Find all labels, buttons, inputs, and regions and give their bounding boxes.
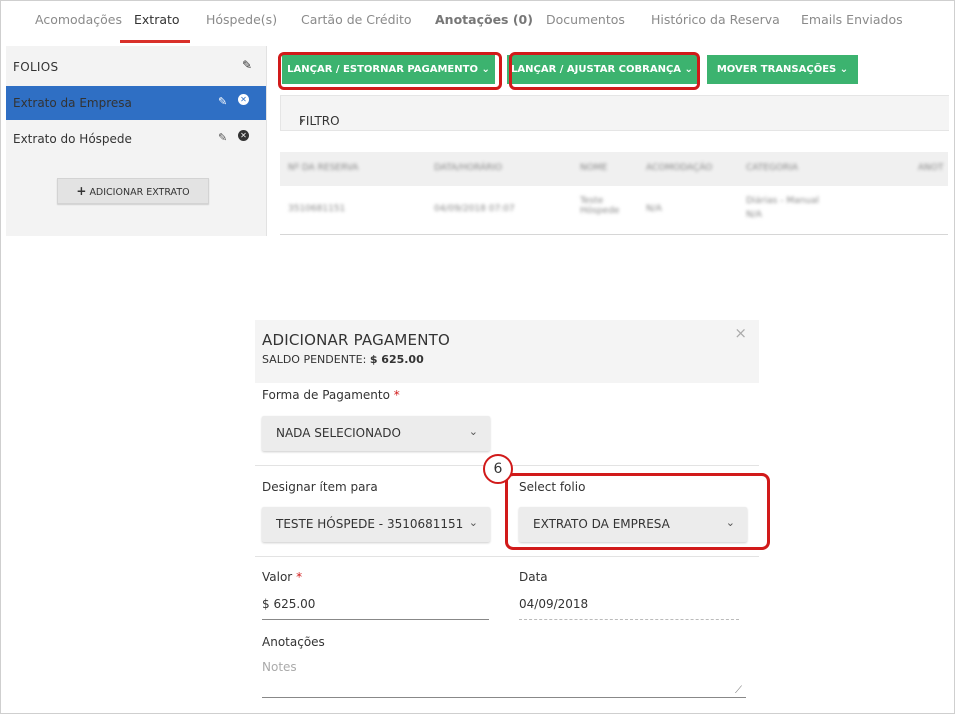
date-label: Data	[519, 570, 548, 584]
notes-underline	[262, 697, 746, 698]
move-transactions-label: MOVER TRANSAÇÕES	[716, 64, 837, 75]
pencil-icon[interactable]: ✎	[218, 95, 227, 108]
assign-item-select[interactable]: TESTE HÓSPEDE - 3510681151 ⌄	[262, 507, 490, 542]
folio-item-hospede[interactable]: Extrato do Hóspede ✎ ✕	[6, 122, 266, 156]
notes-textarea[interactable]: Notes	[262, 660, 297, 674]
tab-extrato[interactable]: Extrato	[134, 12, 180, 27]
table-cell: N/A	[646, 204, 662, 214]
filter-panel[interactable]: › FILTRO	[280, 95, 949, 131]
add-payment-modal-header: ADICIONAR PAGAMENTO SALDO PENDENTE: $ 62…	[255, 320, 759, 383]
amount-underline	[262, 619, 489, 620]
filter-label: FILTRO	[299, 114, 340, 128]
balance-label: SALDO PENDENTE:	[262, 353, 367, 366]
plus-icon: +	[76, 184, 87, 198]
table-row: 3510681151 04/09/2018 07:07 Teste Hósped…	[280, 186, 948, 235]
date-underline	[519, 619, 739, 620]
move-transactions-button[interactable]: MOVER TRANSAÇÕES ⌄	[707, 55, 858, 84]
highlight-charge-button	[509, 52, 700, 90]
reservation-tabs: Acomodações Extrato Hóspede(s) Cartão de…	[0, 0, 955, 44]
active-tab-indicator	[120, 40, 190, 43]
table-header-cell: ACOMODAÇÃO	[646, 163, 713, 173]
tab-acomodacoes[interactable]: Acomodações	[35, 12, 122, 27]
table-header-cell: NOME	[580, 163, 608, 173]
payment-method-value: NADA SELECIONADO	[276, 426, 401, 440]
tab-cartao-credito[interactable]: Cartão de Crédito	[301, 12, 412, 27]
chevron-down-icon: ⌄	[839, 64, 849, 75]
pencil-icon[interactable]: ✎	[242, 58, 252, 72]
tab-documentos[interactable]: Documentos	[546, 12, 625, 27]
tab-anotacoes[interactable]: Anotações (0)	[435, 12, 533, 27]
folios-sidebar: FOLIOS ✎ Extrato da Empresa ✎ ✕ Extrato …	[6, 46, 267, 236]
date-input[interactable]: 04/09/2018	[519, 597, 588, 611]
table-cell: Diárias - Manual	[746, 196, 820, 206]
highlight-payment-button	[278, 52, 502, 90]
amount-label: Valor *	[262, 570, 303, 584]
notes-label: Anotações	[262, 635, 325, 649]
chevron-down-icon: ⌄	[468, 425, 478, 438]
folio-label: Extrato do Hóspede	[13, 132, 132, 146]
add-folio-label: ADICIONAR EXTRATO	[89, 187, 190, 198]
close-icon[interactable]: ✕	[238, 130, 249, 141]
tab-historico[interactable]: Histórico da Reserva	[651, 12, 780, 27]
table-cell: 04/09/2018 07:07	[434, 204, 515, 214]
table-cell: Teste Hóspede	[580, 196, 620, 216]
assign-item-label: Designar ítem para	[262, 480, 378, 494]
folio-item-empresa[interactable]: Extrato da Empresa ✎ ✕	[6, 86, 266, 120]
payment-method-select[interactable]: NADA SELECIONADO ⌄	[262, 416, 490, 451]
balance-due: SALDO PENDENTE: $ 625.00	[262, 353, 424, 366]
close-icon[interactable]: ✕	[238, 94, 249, 105]
tab-hospedes[interactable]: Hóspede(s)	[206, 12, 277, 27]
table-cell: 3510681151	[288, 204, 346, 214]
close-icon[interactable]: ×	[734, 324, 747, 342]
chevron-down-icon: ⌄	[468, 516, 478, 529]
highlight-select-folio	[505, 473, 770, 550]
assign-item-value: TESTE HÓSPEDE - 3510681151	[276, 517, 464, 531]
section-divider	[255, 556, 759, 557]
pencil-icon[interactable]: ✎	[218, 131, 227, 144]
table-header-cell: DATA/HORÁRIO	[434, 163, 503, 173]
table-header-cell: CATEGORIA	[746, 163, 799, 173]
folios-title: FOLIOS	[13, 60, 59, 74]
add-folio-button[interactable]: + ADICIONAR EXTRATO	[57, 178, 209, 204]
resize-handle-icon[interactable]: ⟋	[735, 685, 742, 696]
amount-input[interactable]: $ 625.00	[262, 597, 315, 611]
modal-title: ADICIONAR PAGAMENTO	[262, 331, 450, 349]
table-header-cell: ANOT	[918, 163, 944, 173]
table-header-cell: Nº DA RESERVA	[288, 163, 359, 173]
payment-method-label: Forma de Pagamento *	[262, 388, 400, 402]
folio-label: Extrato da Empresa	[13, 96, 132, 110]
transactions-table-header: Nº DA RESERVA DATA/HORÁRIO NOME ACOMODAÇ…	[280, 152, 948, 186]
step-badge: 6	[483, 454, 513, 484]
tab-emails[interactable]: Emails Enviados	[801, 12, 903, 27]
balance-value: $ 625.00	[369, 353, 424, 366]
table-cell: N/A	[746, 210, 762, 220]
